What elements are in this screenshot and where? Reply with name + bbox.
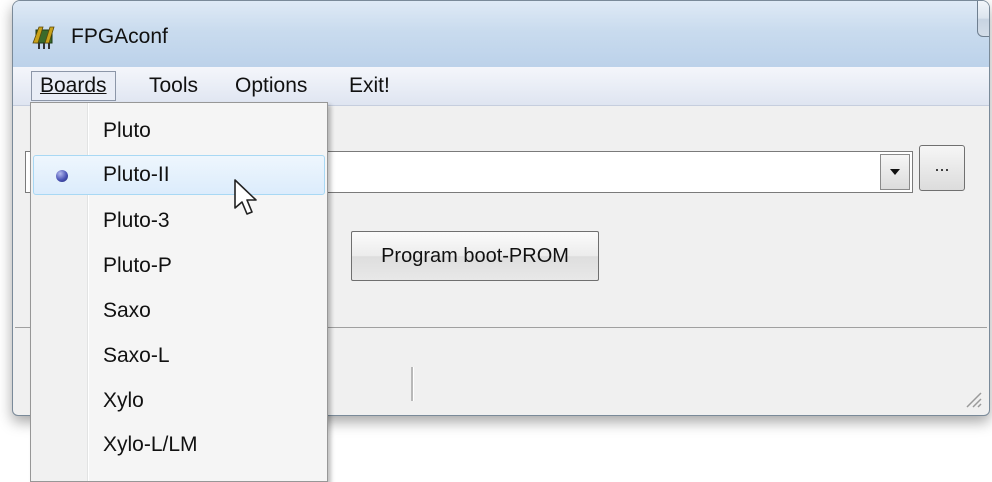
selected-radio-icon <box>56 170 68 182</box>
board-item-xylo[interactable]: Xylo <box>33 381 325 421</box>
minimize-button[interactable] <box>977 1 989 37</box>
menu-tools[interactable]: Tools <box>141 71 206 101</box>
window-title: FPGAconf <box>71 25 168 48</box>
status-divider <box>411 367 414 401</box>
board-item-label: Xylo-L/LM <box>103 433 198 456</box>
menu-boards-label: Boards <box>40 74 107 97</box>
boards-dropdown-menu: Pluto Pluto-II Pluto-3 Pluto-P Saxo Saxo… <box>30 102 328 482</box>
board-item-label: Pluto-P <box>103 254 172 277</box>
mouse-cursor-icon <box>234 179 257 215</box>
board-item-pluto[interactable]: Pluto <box>33 111 325 151</box>
menu-boards[interactable]: Boards <box>31 71 116 101</box>
board-item-label: Saxo-L <box>103 344 170 367</box>
board-item-label: Pluto <box>103 119 151 142</box>
resize-grip-icon[interactable] <box>961 387 983 409</box>
board-item-xylo-l-lm[interactable]: Xylo-L/LM <box>33 425 325 465</box>
menu-bar: Boards Tools Options Exit! <box>13 67 989 106</box>
title-bar[interactable]: FPGAconf <box>13 1 989 67</box>
menu-tools-label: Tools <box>149 74 199 97</box>
board-item-saxo[interactable]: Saxo <box>33 291 325 331</box>
board-item-pluto-p[interactable]: Pluto-P <box>33 246 325 286</box>
menu-exit-label: Exit! <box>349 74 390 97</box>
fpga-chip-icon <box>32 26 55 49</box>
board-item-label: Pluto-II <box>103 163 170 186</box>
chevron-down-icon <box>890 169 900 175</box>
board-item-pluto-3[interactable]: Pluto-3 <box>33 201 325 241</box>
menu-options-label: Options <box>235 74 308 97</box>
board-item-label: Pluto-3 <box>103 209 170 232</box>
combo-dropdown-button[interactable] <box>880 154 910 190</box>
menu-exit[interactable]: Exit! <box>341 71 398 101</box>
board-item-label: Xylo <box>103 389 144 412</box>
board-item-saxo-l[interactable]: Saxo-L <box>33 336 325 376</box>
browse-button[interactable]: ... <box>919 145 965 191</box>
program-boot-prom-button[interactable]: Program boot-PROM <box>351 231 599 281</box>
menu-options[interactable]: Options <box>227 71 315 101</box>
board-item-label: Saxo <box>103 299 151 322</box>
board-item-pluto-ii[interactable]: Pluto-II <box>33 155 325 195</box>
